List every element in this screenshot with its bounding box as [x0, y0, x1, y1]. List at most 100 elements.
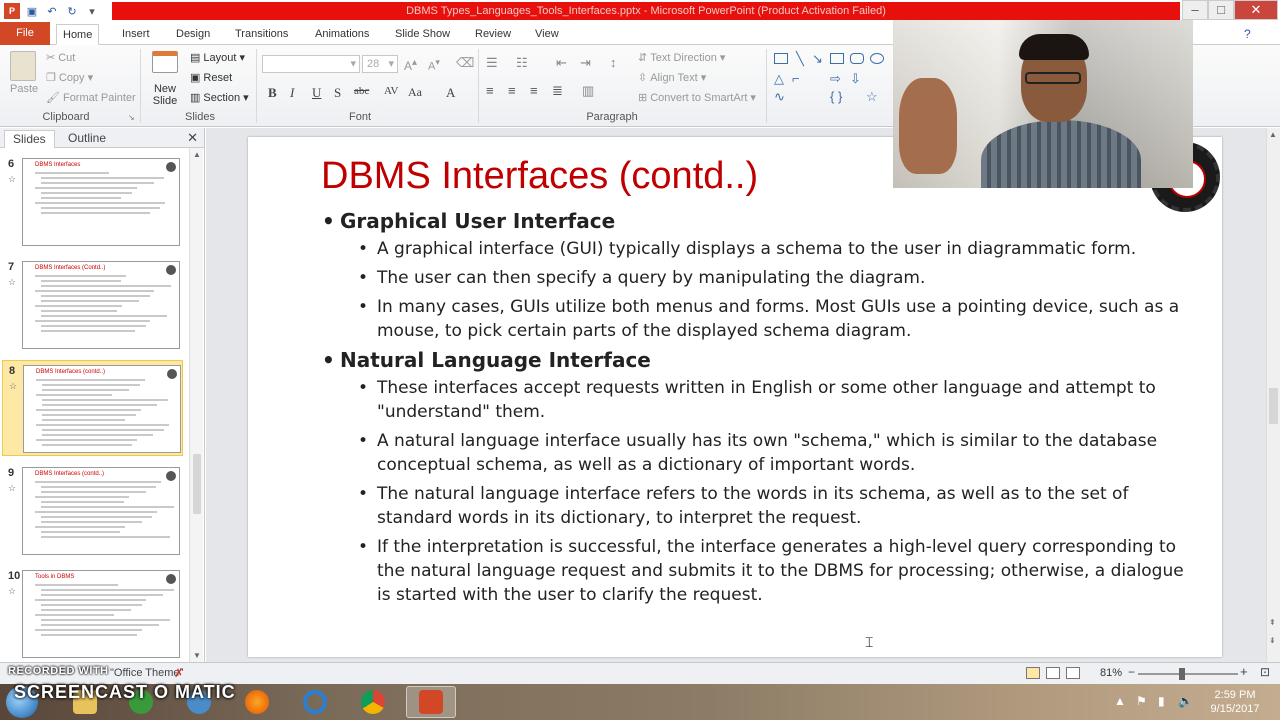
down-arrow-shape-icon[interactable]: ⇩ [850, 71, 861, 87]
decrease-indent-icon[interactable]: ⇤ [556, 55, 567, 71]
taskbar-firefox[interactable] [232, 686, 282, 718]
slide-canvas[interactable]: DBMS Interfaces (contd..) Graphical User… [248, 137, 1222, 657]
columns-icon[interactable]: ▥ [582, 83, 594, 99]
slide-body[interactable]: Graphical User Interface A graphical inte… [322, 207, 1202, 612]
fit-slide-icon[interactable]: ⊡ [1260, 665, 1270, 679]
grow-font-icon[interactable]: A▴ [404, 57, 417, 73]
taskbar-clock[interactable]: 2:59 PM 9/15/2017 [1200, 688, 1270, 716]
align-right-icon[interactable]: ≡ [530, 83, 538, 98]
rectangle-shape-icon[interactable] [830, 53, 844, 64]
scrollbar-thumb[interactable] [1269, 388, 1278, 424]
next-slide-icon[interactable]: ⇟ [1269, 636, 1276, 645]
dialog-launcher-icon[interactable]: ↘ [128, 113, 135, 122]
save-icon[interactable]: ▣ [24, 3, 40, 19]
paste-button[interactable]: Paste [10, 83, 38, 95]
new-slide-icon[interactable] [152, 51, 178, 73]
scrollbar-thumb[interactable] [193, 454, 201, 514]
copy-button[interactable]: ❐ Copy ▾ [46, 71, 93, 85]
tab-home[interactable]: Home [56, 24, 100, 45]
tab-slide-show[interactable]: Slide Show [389, 24, 456, 45]
close-icon[interactable]: ✕ [187, 130, 198, 146]
slide-sorter-icon[interactable] [1046, 667, 1060, 679]
powerpoint-app-icon[interactable]: P [4, 3, 20, 19]
align-text-button[interactable]: ⇳ Align Text ▾ [638, 71, 706, 85]
section-button[interactable]: ▥ Section ▾ [190, 91, 249, 105]
tab-file[interactable]: File [0, 22, 50, 45]
increase-indent-icon[interactable]: ⇥ [580, 55, 591, 71]
slide-title[interactable]: DBMS Interfaces (contd..) [321, 155, 758, 198]
strikethrough-button[interactable]: abc [354, 85, 369, 97]
redo-icon[interactable]: ↻ [64, 3, 80, 19]
tab-view[interactable]: View [529, 24, 565, 45]
volume-icon[interactable]: 🔈 [1178, 694, 1193, 708]
font-size-combo[interactable]: 28 ▾ [362, 55, 398, 73]
reset-button[interactable]: ▣ Reset [190, 71, 232, 85]
maximize-button[interactable]: □ [1208, 0, 1234, 20]
tab-slides[interactable]: Slides [4, 130, 55, 148]
slide-thumbnail[interactable]: 8 ☆ DBMS Interfaces (contd..) [2, 360, 183, 456]
taskbar-powerpoint[interactable] [406, 686, 456, 718]
cut-button[interactable]: ✂ Cut [46, 51, 75, 65]
connector-shape-icon[interactable]: ⌐ [792, 71, 800, 86]
customize-qat-icon[interactable]: ▾ [84, 3, 100, 19]
tab-outline[interactable]: Outline [60, 130, 114, 148]
editor-scrollbar[interactable]: ▲ ⇞ ⇟ [1266, 128, 1280, 662]
arrow-shape-icon[interactable]: ↘ [812, 51, 823, 67]
taskbar-cortana[interactable] [290, 686, 340, 718]
bullets-icon[interactable]: ☰ [486, 55, 498, 71]
bold-button[interactable]: B [268, 85, 277, 101]
close-button[interactable]: ✕ [1234, 0, 1278, 20]
star-shape-icon[interactable]: ☆ [866, 89, 878, 105]
slide-thumbnail[interactable]: 6 ☆ DBMS Interfaces [2, 154, 183, 250]
tab-insert[interactable]: Insert [116, 24, 156, 45]
rounded-rect-shape-icon[interactable] [850, 53, 864, 64]
show-hidden-icons-icon[interactable]: ▲ [1114, 694, 1126, 708]
paste-icon[interactable] [10, 51, 36, 81]
format-painter-button[interactable]: 🖌 Format Painter [46, 91, 136, 105]
text-direction-button[interactable]: ⇵ Text Direction ▾ [638, 51, 725, 65]
shrink-font-icon[interactable]: A▾ [428, 57, 440, 73]
font-color-button[interactable]: A [446, 85, 455, 101]
zoom-level[interactable]: 81% [1100, 667, 1122, 679]
normal-view-icon[interactable] [1026, 667, 1040, 679]
slideshow-view-icon[interactable] [1086, 667, 1100, 679]
zoom-slider-knob[interactable] [1179, 668, 1185, 680]
slide-thumbnail[interactable]: 10 ☆ Tools in DBMS [2, 566, 183, 662]
scroll-down-icon[interactable]: ▼ [193, 651, 201, 660]
justify-icon[interactable]: ≣ [552, 83, 563, 99]
taskbar-chrome[interactable] [348, 686, 398, 718]
slide-thumbnail[interactable]: 9 ☆ DBMS Interfaces (contd..) [2, 463, 183, 559]
numbering-icon[interactable]: ☷ [516, 55, 528, 71]
shadow-button[interactable]: S [334, 85, 341, 101]
prev-slide-icon[interactable]: ⇞ [1269, 618, 1276, 627]
scroll-up-icon[interactable]: ▲ [1269, 130, 1277, 139]
tab-review[interactable]: Review [469, 24, 517, 45]
oval-shape-icon[interactable] [870, 53, 884, 64]
reading-view-icon[interactable] [1066, 667, 1080, 679]
battery-icon[interactable]: ▮ [1158, 694, 1165, 708]
zoom-out-icon[interactable]: − [1128, 665, 1135, 679]
brace-shape-icon[interactable]: { } [830, 89, 842, 104]
align-center-icon[interactable]: ≡ [508, 83, 516, 98]
convert-smartart-button[interactable]: ⊞ Convert to SmartArt ▾ [638, 91, 756, 105]
triangle-shape-icon[interactable]: △ [774, 71, 784, 87]
tab-design[interactable]: Design [170, 24, 216, 45]
help-icon[interactable]: ? [1244, 27, 1251, 41]
zoom-in-icon[interactable]: + [1240, 664, 1248, 679]
line-spacing-icon[interactable]: ↕ [610, 55, 617, 70]
align-left-icon[interactable]: ≡ [486, 83, 494, 98]
tab-transitions[interactable]: Transitions [229, 24, 294, 45]
minimize-button[interactable]: – [1182, 0, 1208, 20]
clear-formatting-icon[interactable]: ⌫ [456, 55, 474, 71]
right-arrow-shape-icon[interactable]: ⇨ [830, 71, 841, 87]
tab-animations[interactable]: Animations [309, 24, 375, 45]
textbox-shape-icon[interactable] [774, 53, 788, 64]
new-slide-button[interactable]: New Slide [150, 83, 180, 107]
undo-icon[interactable]: ↶ [44, 3, 60, 19]
spellcheck-icon[interactable]: ✗ [174, 666, 184, 680]
slide-thumbnail[interactable]: 7 ☆ DBMS Interfaces (Contd..) [2, 257, 183, 353]
zoom-slider[interactable] [1138, 673, 1238, 675]
change-case-button[interactable]: Aa [408, 85, 422, 100]
line-shape-icon[interactable]: ╲ [796, 51, 804, 67]
italic-button[interactable]: I [290, 85, 294, 101]
